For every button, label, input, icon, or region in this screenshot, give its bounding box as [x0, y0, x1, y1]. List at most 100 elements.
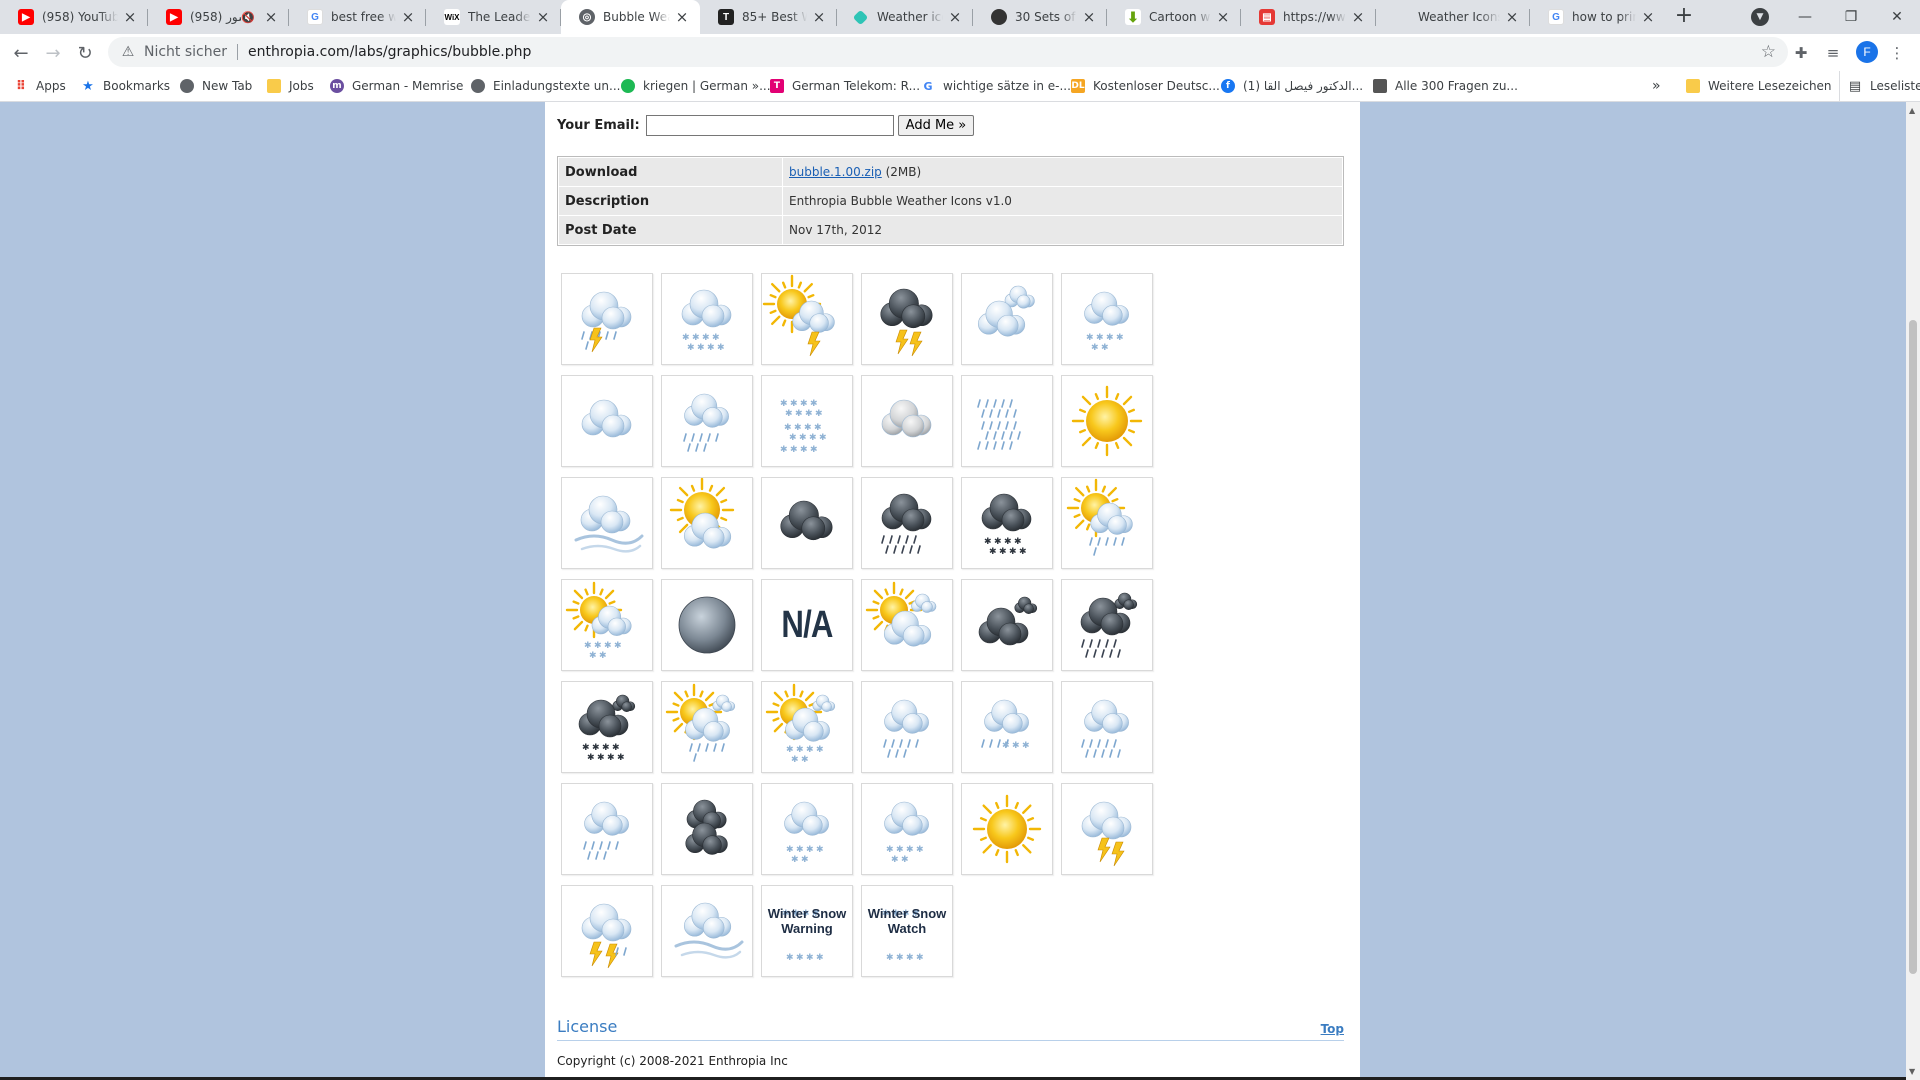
tab-85-best-weather[interactable]: T 85+ Best Wea ×: [700, 0, 837, 34]
url-text[interactable]: enthropia.com/labs/graphics/bubble.php: [248, 44, 531, 60]
tab-bubble-weather[interactable]: ◎ Bubble Weath ×: [561, 0, 700, 34]
bookmark-label: Kostenloser Deutsc...: [1093, 79, 1220, 93]
bookmark-bookmarks[interactable]: ★ Bookmarks: [81, 71, 170, 101]
back-to-top-link[interactable]: Top: [1321, 1022, 1344, 1036]
bookmark-label: Leseliste: [1870, 79, 1920, 93]
reading-list-icon: ▤: [1848, 78, 1862, 94]
close-icon[interactable]: ×: [1350, 9, 1366, 25]
scroll-up-arrow-icon[interactable]: ▲: [1909, 106, 1915, 115]
bookmark-wichtige-saetze[interactable]: Gwichtige sätze in e-...: [921, 71, 1071, 101]
sun-cloud-rain-graphic: [1066, 478, 1133, 556]
close-icon[interactable]: ×: [1640, 9, 1656, 25]
winter-snow-warning-icon: ✱ ✱ ✱ ✱ ✱ ✱ ✱ ✱ Winter Snow Warning: [761, 885, 853, 977]
dark-cloud-heavy-rain-graphic: [1080, 592, 1138, 658]
windy-cloud-graphic: [574, 495, 644, 553]
svg-text:✱: ✱: [1019, 547, 1027, 557]
cloud-graphic: [581, 399, 632, 438]
bookmark-weitere-lesezeichen[interactable]: Weitere Lesezeichen: [1686, 71, 1832, 101]
muted-speaker-icon[interactable]: 🔇: [241, 11, 255, 24]
tab-title: 85+ Best Wea: [742, 10, 807, 24]
media-control-icon[interactable]: ≡: [1822, 42, 1844, 64]
more-bookmarks-button[interactable]: »: [1652, 71, 1661, 101]
scroll-thumb[interactable]: [1909, 320, 1917, 974]
svg-text:✱: ✱: [906, 845, 914, 855]
tab-title: best free weat: [331, 10, 396, 24]
back-arrow-icon[interactable]: ←: [8, 40, 34, 66]
globe-icon: ◎: [579, 9, 595, 25]
scroll-down-arrow-icon[interactable]: ▼: [1909, 1067, 1915, 1076]
svg-text:✱: ✱: [816, 953, 824, 963]
close-icon[interactable]: ×: [1504, 9, 1520, 25]
bookmark-kostenloser-deutsch[interactable]: DL Kostenloser Deutsc...: [1071, 71, 1220, 101]
dark-cloud-lightning-icon: [861, 273, 953, 365]
tab-30-sets[interactable]: 30 Sets of Fre ×: [973, 0, 1107, 34]
new-tab-button[interactable]: +: [1672, 5, 1696, 29]
tab-search-icon[interactable]: ▼: [1751, 8, 1769, 26]
bookmark-facebook[interactable]: f (1) الدكتور فيصل القا...: [1221, 71, 1363, 101]
svg-text:✱: ✱: [599, 651, 607, 661]
close-window-button[interactable]: ✕: [1874, 0, 1920, 34]
email-field[interactable]: [645, 115, 894, 136]
tab-pdf[interactable]: ▤ https://www.a ×: [1241, 0, 1376, 34]
bookmarks-bar: ⠿ Apps ★ Bookmarks New Tab Jobs m German - …: [0, 71, 1920, 102]
reload-icon[interactable]: ↻: [72, 40, 98, 66]
bookmark-telekom[interactable]: T German Telekom: R...: [770, 71, 920, 101]
reading-list-button[interactable]: ▤ Leseliste: [1839, 71, 1920, 101]
tab-weather-icons-2[interactable]: Weather Icons ×: [1376, 0, 1530, 34]
tab-youtube-2[interactable]: ▶ (958) سور 🔇 ×: [148, 0, 289, 34]
add-me-button[interactable]: Add Me »: [897, 115, 975, 136]
svg-text:✱: ✱: [786, 845, 794, 855]
tab-how-to-print[interactable]: G how to print s ×: [1530, 0, 1666, 34]
extensions-puzzle-icon[interactable]: ✚: [1790, 42, 1812, 64]
bookmark-new-tab[interactable]: New Tab: [180, 71, 252, 101]
restore-button[interactable]: ❐: [1828, 0, 1874, 34]
svg-text:✱: ✱: [815, 409, 823, 419]
snowflakes-icon: ✱ ✱ ✱ ✱ ✱ ✱ ✱ ✱ ✱ ✱ ✱ ✱ ✱ ✱ ✱ ✱ ✱ ✱ ✱ ✱: [761, 375, 853, 467]
close-icon[interactable]: ×: [947, 9, 963, 25]
forward-arrow-icon[interactable]: →: [40, 40, 66, 66]
bookmark-star-icon[interactable]: ☆: [1761, 42, 1776, 62]
avatar-icon: [991, 9, 1007, 25]
svg-text:✱: ✱: [791, 755, 799, 765]
tab-cartoon-weather[interactable]: ⬇ Cartoon weat ×: [1107, 0, 1241, 34]
close-icon[interactable]: ×: [674, 9, 690, 25]
bookmark-alle-300-fragen[interactable]: Alle 300 Fragen zu...: [1373, 71, 1518, 101]
tab-title: Cartoon weat: [1149, 10, 1211, 24]
profile-avatar[interactable]: F: [1856, 41, 1878, 63]
close-icon[interactable]: ×: [122, 9, 138, 25]
bookmark-jobs[interactable]: Jobs: [267, 71, 314, 101]
close-icon[interactable]: ×: [811, 9, 827, 25]
thumbnail-icon: [1373, 79, 1387, 93]
close-icon[interactable]: ×: [535, 9, 551, 25]
menu-kebab-icon[interactable]: ⋮: [1886, 42, 1908, 64]
tab-youtube-1[interactable]: ▶ (958) YouTube ×: [0, 0, 148, 34]
svg-text:✱: ✱: [816, 845, 824, 855]
tab-weather-icons[interactable]: Weather icons ×: [837, 0, 973, 34]
svg-text:✱: ✱: [999, 547, 1007, 557]
download-link[interactable]: bubble.1.00.zip: [789, 165, 882, 179]
tab-best-free-weather[interactable]: G best free weat ×: [289, 0, 426, 34]
bookmark-apps[interactable]: ⠿ Apps: [14, 71, 66, 101]
dark-cloud-snow-icon: ✱ ✱ ✱ ✱ ✱ ✱ ✱ ✱: [961, 477, 1053, 569]
warning-icon[interactable]: ⚠: [120, 44, 136, 60]
svg-text:✱: ✱: [989, 547, 997, 557]
cloud-heavy-rain-graphic: [1081, 699, 1129, 758]
bookmark-kriegen[interactable]: kriegen | German »...: [621, 71, 771, 101]
cloud-snow-icon: ✱ ✱ ✱ ✱ ✱ ✱: [761, 783, 853, 875]
vertical-scrollbar[interactable]: ▲ ▼: [1906, 102, 1920, 1080]
close-icon[interactable]: ×: [1081, 9, 1097, 25]
minimize-button[interactable]: —: [1782, 0, 1828, 34]
bookmark-einladungstexte[interactable]: Einladungstexte un...: [471, 71, 620, 101]
security-label[interactable]: Nicht sicher: [144, 44, 227, 60]
tab-title: how to print s: [1572, 10, 1636, 24]
svg-text:✱: ✱: [886, 953, 894, 963]
close-icon[interactable]: ×: [1215, 9, 1231, 25]
close-icon[interactable]: ×: [400, 9, 416, 25]
close-icon[interactable]: ×: [263, 9, 279, 25]
cloud-icon: [561, 375, 653, 467]
bookmark-memrise[interactable]: m German - Memrise: [330, 71, 463, 101]
address-bar[interactable]: ⚠ Nicht sicher enthropia.com/labs/graphi…: [108, 37, 1788, 67]
green-blob-icon: [621, 79, 635, 93]
tab-wix[interactable]: WiX The Leader in ×: [426, 0, 561, 34]
dark-cloud-lightning-graphic: [880, 288, 933, 357]
